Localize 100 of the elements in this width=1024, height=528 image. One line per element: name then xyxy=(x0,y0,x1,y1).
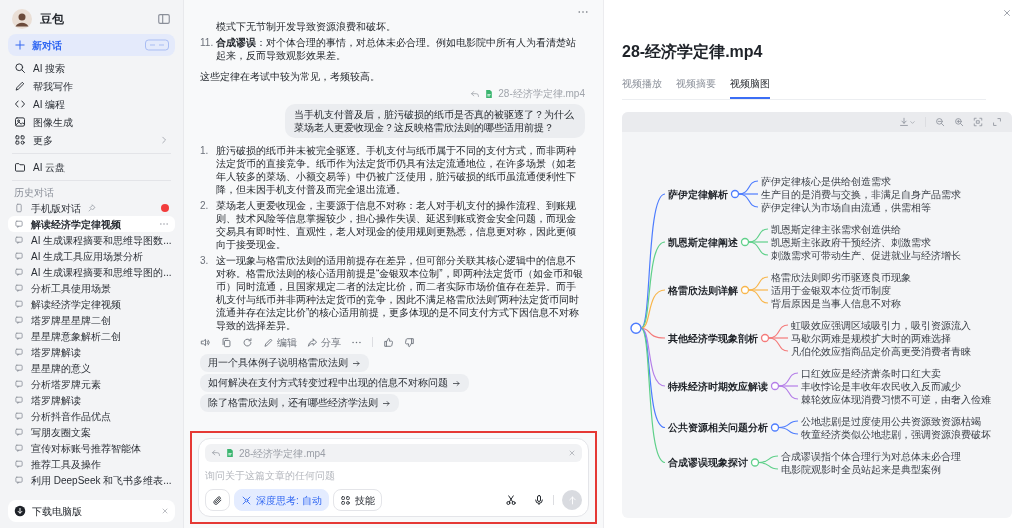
history-item[interactable]: 分析塔罗牌元素 xyxy=(8,376,175,392)
refresh-icon[interactable] xyxy=(242,336,253,348)
reply-arrow-icon xyxy=(211,448,221,458)
sidebar-toggle-icon[interactable] xyxy=(157,12,171,26)
thumbs-up-icon[interactable] xyxy=(383,336,394,348)
node-toggle[interactable] xyxy=(740,237,750,247)
fullscreen-icon[interactable] xyxy=(992,117,1002,127)
menu-item[interactable]: 帮我写作 xyxy=(8,77,175,95)
leaf-label: 凡伯伦效应指商品定价高更受消费者青睐 xyxy=(791,345,971,357)
tab[interactable]: 视频摘要 xyxy=(676,74,716,99)
history-item[interactable]: AI 生成工具应用场景分析 xyxy=(8,248,175,264)
answer-text: 这些定律在考试中较为常见，考频较高。 xyxy=(200,70,381,83)
answer-text: 菜场老人更爱收现金，主要源于信息不对称：老人对手机支付的操作流程、到账规则、技术风险等信息掌握较少，担心操作失误、延迟到账或资金安全问题，而现金交易具有即时性、直观性，老人对现金的使用规则更熟悉，信息更对称，因此更倾向于接受现金。 xyxy=(216,199,577,251)
scissors-icon[interactable] xyxy=(505,494,517,506)
leaf-label: 萨伊定律核心是供给创造需求 xyxy=(761,175,891,187)
leaf-label: 凯恩斯定律主张需求创造供给 xyxy=(771,223,901,235)
tab[interactable]: 视频脑图 xyxy=(730,74,770,99)
avatar-icon xyxy=(12,9,32,29)
node-toggle[interactable] xyxy=(730,189,740,199)
node-toggle[interactable] xyxy=(740,285,750,295)
menu-item[interactable]: AI 云盘 xyxy=(8,158,175,176)
history-item[interactable]: 塔罗牌解读 xyxy=(8,344,175,360)
node-toggle[interactable] xyxy=(760,333,770,343)
history-item[interactable]: 解读经济学定律视频 xyxy=(8,216,175,232)
chat-icon xyxy=(14,219,24,229)
node-toggle[interactable] xyxy=(770,423,780,432)
leaf-label: 马歇尔两难是规模扩大时的两难选择 xyxy=(791,332,951,344)
zoom-in-icon[interactable] xyxy=(954,117,964,127)
suggestion-chip[interactable]: 除了格雷欣法则，还有哪些经济学法则 xyxy=(200,394,399,412)
menu-item[interactable]: 图像生成 xyxy=(8,113,175,131)
microphone-icon[interactable] xyxy=(533,494,545,506)
download-banner[interactable]: 下载电脑版 xyxy=(8,500,175,522)
leaf-label: 生产目的是消费与交换，非满足自身产品需求 xyxy=(761,188,961,200)
message-composer[interactable]: 28-经济学定律.mp4 询问关于这篇文章的任何问题 深度思考: 自动 技能 xyxy=(198,438,589,517)
branch-label: 萨伊定律解析 xyxy=(668,188,728,200)
suggestion-chip[interactable]: 用一个具体例子说明格雷欣法则 xyxy=(200,354,369,372)
deep-think-button[interactable]: 深度思考: 自动 xyxy=(234,489,329,511)
menu-item[interactable]: 更多 xyxy=(8,131,175,149)
history-item[interactable]: 解读经济学定律视频 xyxy=(8,296,175,312)
history-item[interactable]: 塔罗牌星星牌二创 xyxy=(8,312,175,328)
history-item[interactable]: 星星牌意象解析二创 xyxy=(8,328,175,344)
suggestion-chip[interactable]: 如何解决在支付方式转变过程中出现的信息不对称问题 xyxy=(200,374,469,392)
thumbs-down-icon[interactable] xyxy=(404,336,415,348)
pencil-icon xyxy=(263,336,274,348)
fit-icon[interactable] xyxy=(973,117,983,127)
leaf-label: 合成谬误指个体合理行为对总体未必合理 xyxy=(781,450,961,462)
answer-text: 合成谬误：对个体合理的事情，对总体未必合理。例如电影院中所有人为看清楚站起来，反而导致观影效果差。 xyxy=(216,36,577,62)
leaf-label: 格雷欣法则即劣币驱逐良币现象 xyxy=(771,271,911,283)
history-item[interactable]: AI 生成课程摘要和思维导图的... xyxy=(8,264,175,280)
close-icon[interactable] xyxy=(1002,8,1012,18)
leaf-label: 电影院观影时全员站起来是典型案例 xyxy=(781,463,941,475)
network-icon xyxy=(241,494,252,506)
history-item[interactable]: 推荐工具及操作 xyxy=(8,456,175,472)
history-item[interactable]: 星星牌的意义 xyxy=(8,360,175,376)
leaf-label: 丰收悖论是丰收年农民收入反而减少 xyxy=(801,380,961,392)
history-item[interactable]: 分析工具使用场景 xyxy=(8,280,175,296)
leaf-label: 萨伊定律认为市场自由流通，供需相等 xyxy=(761,201,931,213)
menu-item[interactable]: AI 搜索 xyxy=(8,59,175,77)
grid-icon xyxy=(339,494,351,506)
node-toggle[interactable] xyxy=(770,381,780,391)
file-icon xyxy=(225,448,235,458)
question-bubble: 当手机支付普及后，脏污破损的纸币是否真的被驱逐了？为什么菜场老人更爱收现金？这反映格雷欣法则的哪些适用前提？ xyxy=(285,104,585,138)
history-item[interactable]: 分析抖音作品优点 xyxy=(8,408,175,424)
chat-icon xyxy=(14,427,24,437)
answer-text: 模式下无节制开发导致资源浪费和破坏。 xyxy=(215,20,397,33)
root-node[interactable] xyxy=(630,322,642,334)
list-number: 11. xyxy=(200,36,215,50)
history-item[interactable]: 手机版对话 xyxy=(8,200,175,216)
new-chat-button[interactable]: 新对话 xyxy=(8,34,175,56)
history-item[interactable]: 写朋友圈文案 xyxy=(8,424,175,440)
image-icon xyxy=(14,116,26,128)
node-toggle[interactable] xyxy=(750,458,760,467)
history-item[interactable]: AI 生成课程摘要和思维导图数... xyxy=(8,232,175,248)
copy-icon[interactable] xyxy=(221,336,232,348)
chat-icon xyxy=(14,283,24,293)
share-button[interactable]: 分享 xyxy=(307,334,341,350)
question-input[interactable]: 询问关于这篇文章的任何问题 xyxy=(205,462,582,489)
export-button[interactable] xyxy=(899,117,916,127)
chat-icon xyxy=(14,411,24,421)
chat-icon xyxy=(14,459,24,469)
list-number: 3. xyxy=(200,254,210,268)
arrow-icon xyxy=(382,398,391,408)
history-item[interactable]: 宣传对标账号推荐智能体 xyxy=(8,440,175,456)
close-icon[interactable] xyxy=(568,449,576,457)
speaker-icon[interactable] xyxy=(200,336,211,348)
arrow-icon xyxy=(452,378,461,388)
zoom-out-icon[interactable] xyxy=(935,117,945,127)
leaf-label: 刺激需求可带动生产、促进就业与经济增长 xyxy=(771,249,961,261)
attach-button[interactable] xyxy=(205,489,230,511)
leaf-label: 适用于金银双本位货币制度 xyxy=(771,284,891,296)
menu-item[interactable]: AI 编程 xyxy=(8,95,175,113)
skills-button[interactable]: 技能 xyxy=(332,489,382,511)
tab[interactable]: 视频播放 xyxy=(622,74,662,99)
edit-button[interactable]: 编辑 xyxy=(263,334,297,350)
history-item[interactable]: 利用 DeepSeek 和飞书多维表... xyxy=(8,472,175,488)
share-icon xyxy=(307,336,318,348)
close-icon[interactable] xyxy=(161,507,169,515)
history-item[interactable]: 塔罗牌解读 xyxy=(8,392,175,408)
arrow-icon xyxy=(352,358,361,368)
chevron-right-icon xyxy=(159,135,169,145)
